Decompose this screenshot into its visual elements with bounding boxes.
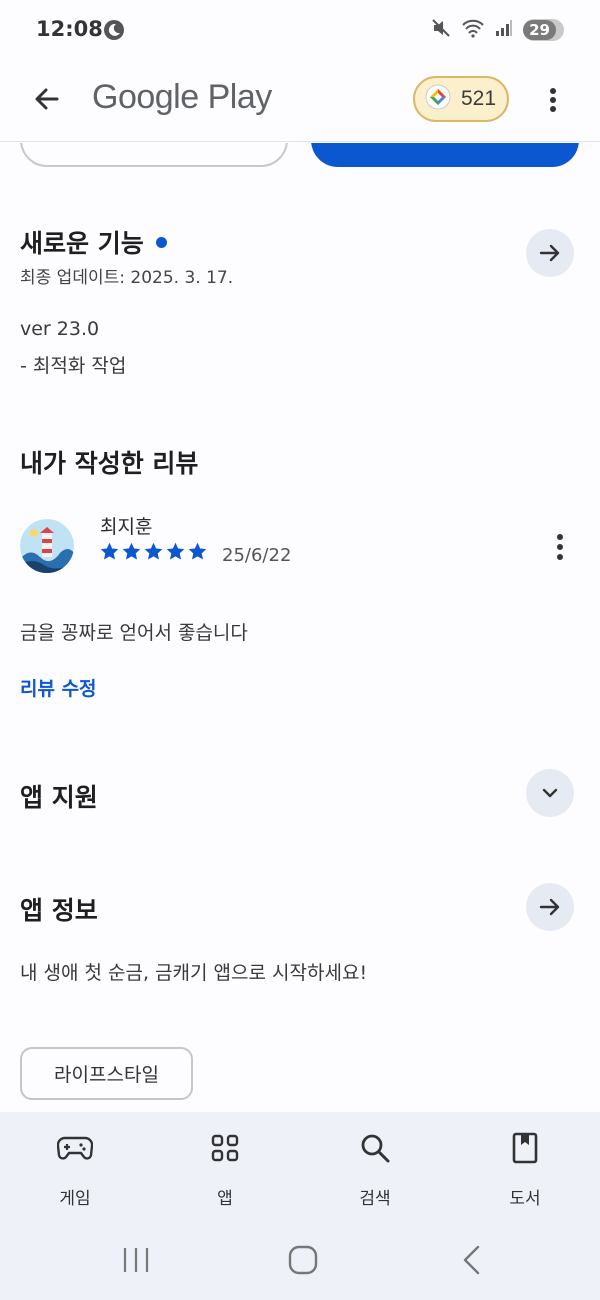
nav-item-books[interactable]: 도서	[470, 1112, 580, 1232]
new-indicator-dot	[155, 236, 167, 248]
bottom-navigation: 게임 앱 검색 도서	[0, 1112, 600, 1232]
points-value: 521	[461, 87, 497, 110]
nav-label-apps: 앱	[217, 1189, 233, 1209]
star-icon	[144, 542, 163, 560]
category-chip[interactable]: 라이프스타일	[20, 1047, 193, 1100]
system-navigation-bar	[0, 1232, 600, 1300]
play-points-icon	[425, 84, 451, 114]
app-info-arrow-button[interactable]	[526, 883, 574, 931]
mute-icon	[431, 18, 451, 42]
chevron-down-icon	[542, 788, 558, 798]
book-icon	[505, 1128, 545, 1168]
home-icon[interactable]	[287, 1244, 319, 1280]
status-time: 12:08	[36, 17, 103, 41]
back-arrow-icon[interactable]	[27, 79, 67, 119]
whats-new-arrow-button[interactable]	[526, 229, 574, 277]
star-icon	[122, 542, 141, 560]
arrow-right-icon	[539, 244, 560, 262]
review-more-options-icon[interactable]	[548, 530, 572, 564]
status-icons: 29	[431, 17, 564, 43]
nav-item-apps[interactable]: 앱	[170, 1112, 280, 1232]
do-not-disturb-icon	[103, 19, 125, 45]
secondary-action-button[interactable]	[20, 143, 288, 167]
action-buttons-partial	[0, 143, 600, 169]
whats-new-title: 새로운 기능	[20, 224, 167, 260]
gamepad-icon	[55, 1128, 95, 1168]
star-icon	[188, 542, 207, 560]
nav-label-search: 검색	[359, 1189, 391, 1209]
arrow-right-icon	[539, 898, 560, 916]
primary-action-button[interactable]	[311, 143, 579, 167]
wifi-icon	[461, 18, 485, 42]
star-icon	[100, 542, 119, 560]
search-icon	[355, 1128, 395, 1168]
app-bar: Google Play 521	[0, 60, 600, 142]
nav-label-books: 도서	[509, 1189, 541, 1209]
nav-label-games: 게임	[59, 1189, 91, 1209]
app-info-title: 앱 정보	[20, 896, 98, 925]
nav-item-search[interactable]: 검색	[320, 1112, 430, 1232]
app-support-expand-button[interactable]	[526, 769, 574, 817]
battery-indicator: 29	[523, 19, 564, 41]
my-review-title: 내가 작성한 리뷰	[20, 449, 199, 478]
review-date: 25/6/22	[222, 545, 292, 566]
app-title: Google Play	[92, 78, 272, 116]
more-options-icon[interactable]	[538, 80, 568, 120]
release-notes: - 최적화 작업	[20, 355, 127, 377]
review-text: 금을 꽁짜로 얻어서 좋습니다	[20, 622, 248, 644]
battery-level: 29	[523, 20, 556, 40]
version-text: ver 23.0	[20, 318, 100, 340]
last-updated: 최종 업데이트: 2025. 3. 17.	[20, 268, 234, 288]
system-back-icon[interactable]	[458, 1244, 486, 1280]
app-description: 내 생애 첫 순금, 금캐기 앱으로 시작하세요!	[20, 962, 368, 984]
signal-icon	[495, 19, 513, 41]
nav-item-games[interactable]: 게임	[20, 1112, 130, 1232]
app-support-title: 앱 지원	[20, 783, 98, 812]
whats-new-title-text: 새로운 기능	[20, 229, 144, 258]
edit-review-link[interactable]: 리뷰 수정	[20, 674, 97, 701]
status-bar: 12:08 29	[0, 0, 600, 60]
apps-grid-icon	[205, 1128, 245, 1168]
reviewer-name: 최지훈	[100, 516, 153, 538]
play-points-chip[interactable]: 521	[413, 76, 509, 122]
avatar	[20, 519, 74, 573]
recent-apps-icon[interactable]	[121, 1246, 151, 1278]
star-icon	[166, 542, 185, 560]
star-rating	[99, 541, 208, 562]
